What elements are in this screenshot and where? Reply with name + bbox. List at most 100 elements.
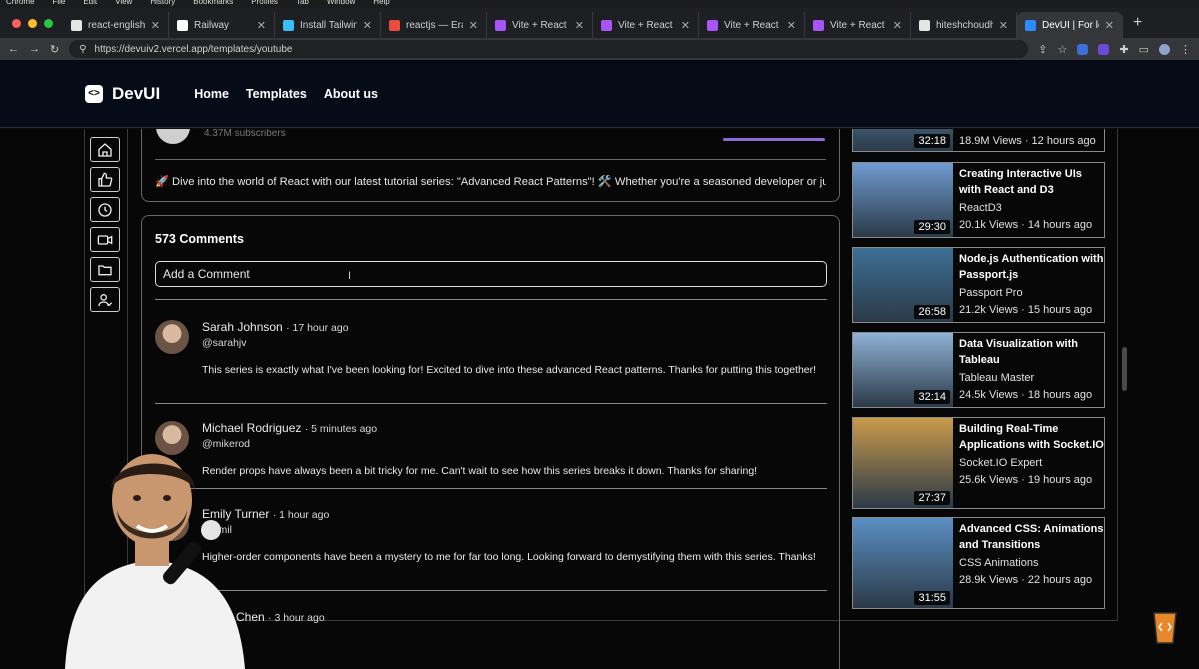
comment-author-line: Sarah Johnson · 17 hour ago: [202, 320, 349, 334]
close-window-button[interactable]: [12, 18, 21, 28]
mac-menu-item[interactable]: Edit: [83, 0, 97, 6]
sidebar-home-button[interactable]: [90, 137, 120, 162]
nav-home[interactable]: Home: [194, 87, 229, 101]
tab-close-icon[interactable]: ✕: [1105, 19, 1114, 32]
video-thumbnail[interactable]: 31:55: [853, 518, 953, 608]
browser-tab[interactable]: Vite + React ✕: [699, 12, 805, 38]
subscribe-button[interactable]: [723, 138, 825, 141]
avatar[interactable]: [155, 320, 189, 354]
mac-menu-item[interactable]: Window: [327, 0, 355, 6]
address-bar[interactable]: ⚲ https://devuiv2.vercel.app/templates/y…: [69, 40, 1029, 58]
video-title[interactable]: Building Real-Time Applications with Soc…: [959, 421, 1104, 453]
site-info-icon[interactable]: ⚲: [79, 44, 86, 55]
video-card[interactable]: 26:58 Node.js Authentication with Passpor…: [852, 247, 1105, 323]
reload-icon[interactable]: ↻: [50, 43, 59, 56]
video-channel[interactable]: ReactD3: [959, 202, 1104, 215]
video-thumbnail[interactable]: 26:58: [853, 248, 953, 322]
channel-avatar[interactable]: [156, 129, 190, 144]
browser-tab[interactable]: reactjs — Eraser ✕: [381, 12, 487, 38]
browser-tab[interactable]: DevUI | For learn ✕: [1017, 12, 1123, 38]
video-thumbnail[interactable]: 32:18: [853, 129, 953, 151]
video-thumbnail[interactable]: 32:14: [853, 333, 953, 407]
tab-label: DevUI | For learn: [1042, 19, 1099, 31]
sidebar-collections-button[interactable]: [90, 257, 120, 282]
video-thumbnail[interactable]: 29:30: [853, 163, 953, 237]
sidebar-liked-button[interactable]: [90, 167, 120, 192]
scrollbar-thumb[interactable]: [1122, 347, 1127, 391]
video-thumbnail[interactable]: 27:37: [853, 418, 953, 508]
sidebar-history-button[interactable]: [90, 197, 120, 222]
browser-tab[interactable]: hiteshchoudhary/ ✕: [911, 12, 1017, 38]
brand-name: DevUI: [112, 83, 161, 103]
tab-close-icon[interactable]: ✕: [575, 19, 584, 32]
mac-menu-item[interactable]: Tab: [296, 0, 309, 6]
browser-tab[interactable]: react-english/Re ✕: [63, 12, 169, 38]
mac-menu-item[interactable]: View: [115, 0, 132, 6]
mac-menu-item[interactable]: Help: [373, 0, 389, 6]
video-channel[interactable]: Tableau Master: [959, 372, 1104, 385]
extension-icon[interactable]: [1098, 43, 1110, 55]
zoom-window-button[interactable]: [44, 18, 53, 28]
tab-close-icon[interactable]: ✕: [469, 19, 478, 32]
bookmark-star-icon[interactable]: ☆: [1058, 43, 1068, 56]
video-title[interactable]: Data Visualization with Tableau: [959, 336, 1104, 368]
profile-avatar[interactable]: [1159, 43, 1170, 55]
new-tab-icon[interactable]: +: [1133, 14, 1142, 32]
minimize-window-button[interactable]: [28, 18, 37, 28]
share-icon[interactable]: ⇪: [1038, 43, 1047, 56]
tab-close-icon[interactable]: ✕: [363, 19, 372, 32]
mac-menu-item[interactable]: File: [52, 0, 65, 6]
video-title[interactable]: Advanced CSS: Animations and Transitions: [959, 521, 1104, 553]
home-icon: [98, 142, 112, 157]
add-comment-input[interactable]: [155, 261, 827, 287]
video-card[interactable]: 29:30 Creating Interactive UIs with React…: [852, 162, 1105, 238]
back-icon[interactable]: ←: [8, 43, 19, 55]
video-title[interactable]: Creating Interactive UIs with React and …: [959, 166, 1104, 198]
browser-tab[interactable]: Install Tailwind CS ✕: [275, 12, 381, 38]
video-channel[interactable]: CSS Animations: [959, 557, 1104, 570]
browser-tab[interactable]: Vite + React ✕: [593, 12, 699, 38]
address-url: https://devuiv2.vercel.app/templates/you…: [94, 43, 293, 55]
comment-handle[interactable]: @sarahjv: [202, 337, 247, 349]
sidebar-videos-button[interactable]: [90, 227, 120, 252]
video-channel[interactable]: Passport Pro: [959, 287, 1104, 300]
mac-menu-item[interactable]: History: [150, 0, 175, 6]
forward-icon[interactable]: →: [29, 43, 40, 55]
presenter-webcam-overlay: [55, 448, 250, 669]
tab-close-icon[interactable]: ✕: [999, 19, 1008, 32]
video-channel[interactable]: Socket.IO Expert: [959, 457, 1104, 470]
comment-author[interactable]: Michael Rodriguez: [202, 421, 301, 435]
sidebar-subscribers-button[interactable]: [90, 287, 120, 312]
video-meta: 25.6k Views · 19 hours ago: [959, 474, 1093, 486]
video-card[interactable]: 32:14 Data Visualization with Tableau Tabl…: [852, 332, 1105, 408]
browser-tab[interactable]: Vite + React ✕: [805, 12, 911, 38]
video-title[interactable]: Node.js Authentication with Passport.js: [959, 251, 1104, 283]
tab-close-icon[interactable]: ✕: [787, 19, 796, 32]
logo-code-icon: <>: [85, 84, 103, 103]
browser-tab[interactable]: Railway ✕: [169, 12, 275, 38]
puzzle-icon[interactable]: ✚: [1119, 43, 1128, 56]
extension-icon[interactable]: [1077, 43, 1089, 55]
divider: [155, 403, 827, 404]
tab-close-icon[interactable]: ✕: [681, 19, 690, 32]
site-logo[interactable]: <> DevUI: [85, 84, 160, 104]
extensions-area: ⇪ ☆ ✚ ▭ ⋮: [1038, 43, 1191, 56]
tab-close-icon[interactable]: ✕: [257, 19, 266, 32]
tab-label: hiteshchoudhary/: [936, 19, 993, 31]
comment-author[interactable]: Sarah Johnson: [202, 320, 283, 334]
nav-templates[interactable]: Templates: [246, 87, 307, 101]
kebab-menu-icon[interactable]: ⋮: [1180, 43, 1191, 56]
mac-menu-item[interactable]: Profiles: [251, 0, 278, 6]
browser-tab[interactable]: Vite + React ✕: [487, 12, 593, 38]
tab-close-icon[interactable]: ✕: [151, 19, 160, 32]
tab-close-icon[interactable]: ✕: [893, 19, 902, 32]
mac-menu-item[interactable]: Chrome: [6, 0, 34, 6]
video-card[interactable]: 32:18 18.9M Views · 12 hours ago: [852, 129, 1105, 152]
thumbs-up-icon: [98, 172, 113, 187]
video-card[interactable]: 27:37 Building Real-Time Applications wit…: [852, 417, 1105, 509]
video-card[interactable]: 31:55 Advanced CSS: Animations and Transi…: [852, 517, 1105, 609]
sidepanel-icon[interactable]: ▭: [1139, 43, 1149, 56]
nav-about-us[interactable]: About us: [324, 87, 378, 101]
site-header: <> DevUI Home Templates About us: [0, 60, 1199, 128]
mac-menu-item[interactable]: Bookmarks: [193, 0, 233, 6]
